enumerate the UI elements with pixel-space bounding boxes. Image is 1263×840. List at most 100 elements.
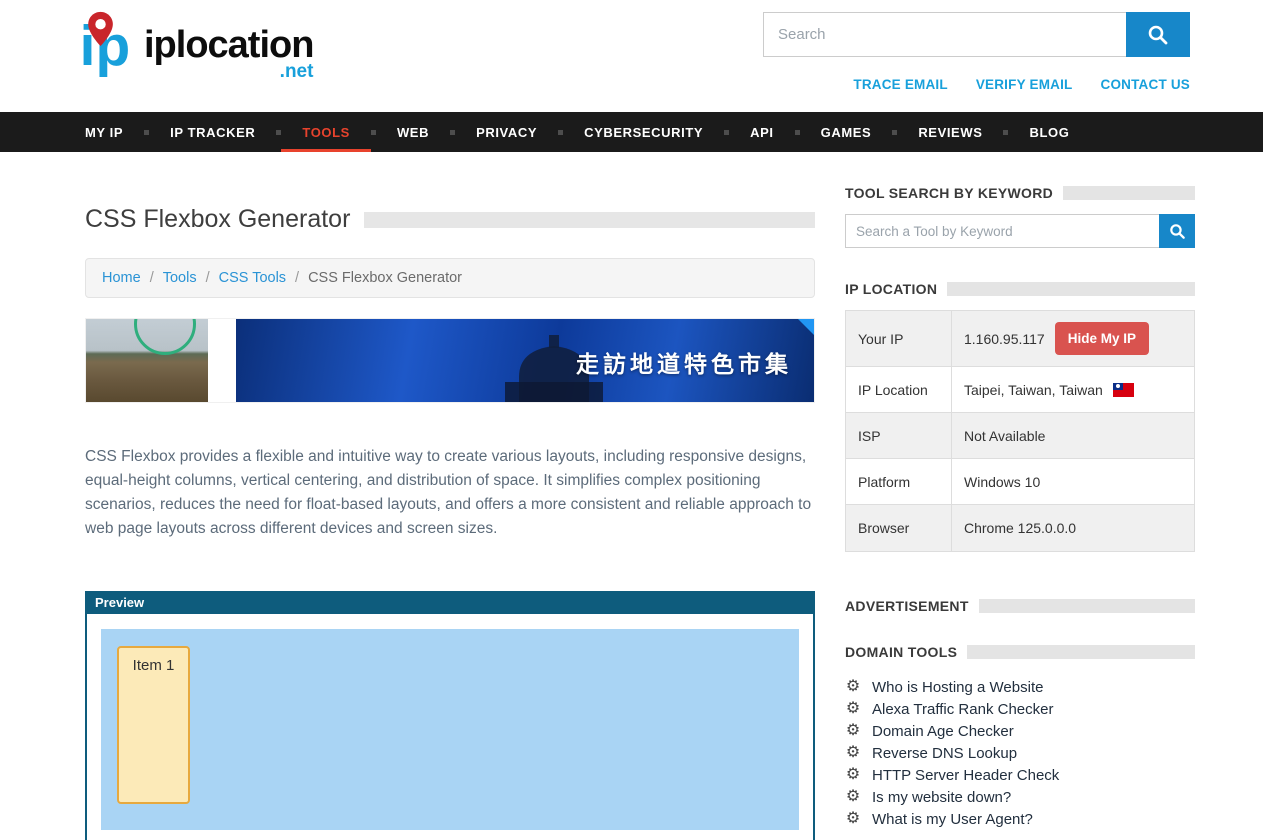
ip-row-value: 1.160.95.117 Hide My IP [952,311,1194,366]
ip-row-label: ISP [846,413,952,458]
logo-pin-icon: ip [78,10,142,82]
contact-us-link[interactable]: CONTACT US [1101,77,1191,92]
preview-body: Item 1 [85,614,815,840]
tool-description: CSS Flexbox provides a flexible and intu… [85,445,815,541]
trace-email-link[interactable]: TRACE EMAIL [853,77,947,92]
gear-icon: ⚙ [845,811,861,827]
title-row: CSS Flexbox Generator [85,205,815,234]
ip-row-value: Not Available [952,413,1194,458]
table-row: ISP Not Available [846,413,1194,459]
logo-text: iplocation [144,24,313,66]
hide-my-ip-button[interactable]: Hide My IP [1055,322,1149,355]
tool-search-input[interactable] [845,214,1159,248]
nav-item-ip-tracker[interactable]: IP TRACKER [149,112,276,152]
your-ip-value: 1.160.95.117 [964,331,1045,347]
nav-item-my-ip[interactable]: MY IP [85,112,144,152]
domain-tool-label: Domain Age Checker [872,723,1014,740]
nav-item-cybersecurity[interactable]: CYBERSECURITY [563,112,724,152]
ip-row-label: Your IP [846,311,952,366]
nav-item-tools[interactable]: TOOLS [281,112,371,152]
domain-tool-label: HTTP Server Header Check [872,767,1059,784]
sidebar: TOOL SEARCH BY KEYWORD IP LOCATION Your … [845,185,1195,840]
ip-row-value: Taipei, Taiwan, Taiwan [952,367,1194,412]
ip-row-label: IP Location [846,367,952,412]
content-area: CSS Flexbox Generator Home / Tools / CSS… [0,185,1263,840]
gear-icon: ⚙ [845,723,861,739]
nav-item-blog[interactable]: BLOG [1008,112,1090,152]
breadcrumb-separator: / [150,270,154,286]
ad-choices-icon[interactable] [798,319,814,335]
domain-tool-label: Is my website down? [872,789,1011,806]
domain-tool-link-http-header[interactable]: ⚙ HTTP Server Header Check [845,764,1195,786]
title-decoration-bar [364,212,815,228]
domain-tool-link-hosting[interactable]: ⚙ Who is Hosting a Website [845,676,1195,698]
header-links: TRACE EMAIL VERIFY EMAIL CONTACT US [853,77,1190,92]
browser-value: Chrome 125.0.0.0 [964,520,1076,536]
tool-search-heading: TOOL SEARCH BY KEYWORD [845,185,1195,201]
nav-item-games[interactable]: GAMES [800,112,893,152]
domain-tool-link-reverse-dns[interactable]: ⚙ Reverse DNS Lookup [845,742,1195,764]
site-search [763,12,1190,57]
logo-wordmark: iplocation .net [144,26,313,83]
ip-info-table: Your IP 1.160.95.117 Hide My IP IP Locat… [845,310,1195,552]
ip-location-value: Taipei, Taiwan, Taiwan [964,382,1103,398]
heading-decoration-bar [1063,186,1195,200]
ip-row-label: Browser [846,505,952,551]
main-nav: MY IP IP TRACKER TOOLS WEB PRIVACY CYBER… [0,112,1263,152]
search-icon [1169,223,1186,240]
ip-row-label: Platform [846,459,952,504]
main-column: CSS Flexbox Generator Home / Tools / CSS… [85,185,815,840]
platform-value: Windows 10 [964,474,1040,490]
heading-decoration-bar [947,282,1195,296]
nav-item-web[interactable]: WEB [376,112,450,152]
flexbox-preview-item: Item 1 [117,646,190,804]
ad-image: 走訪地道特色市集 [236,319,814,402]
site-logo[interactable]: ip iplocation .net [78,10,313,112]
tool-search-button[interactable] [1159,214,1195,248]
domain-tools-heading-text: DOMAIN TOOLS [845,644,957,660]
gear-icon: ⚙ [845,745,861,761]
preview-panel: Preview Item 1 [85,591,815,840]
domain-tool-label: Who is Hosting a Website [872,679,1043,696]
breadcrumb-css-tools[interactable]: CSS Tools [219,270,286,286]
nav-item-reviews[interactable]: REVIEWS [897,112,1003,152]
verify-email-link[interactable]: VERIFY EMAIL [976,77,1073,92]
advertisement-heading: ADVERTISEMENT [845,598,1195,614]
page-title: CSS Flexbox Generator [85,205,350,234]
ip-location-heading: IP LOCATION [845,281,1195,297]
breadcrumb-current: CSS Flexbox Generator [308,270,462,286]
site-search-input[interactable] [763,12,1126,57]
domain-tools-list: ⚙ Who is Hosting a Website ⚙ Alexa Traff… [845,676,1195,830]
tool-search [845,214,1195,248]
ip-row-value: Chrome 125.0.0.0 [952,505,1194,551]
domain-tool-label: Alexa Traffic Rank Checker [872,701,1053,718]
site-header: ip iplocation .net TRACE EMAIL VERIFY EM… [0,0,1263,112]
breadcrumb-tools[interactable]: Tools [163,270,197,286]
isp-value: Not Available [964,428,1045,444]
nav-item-privacy[interactable]: PRIVACY [455,112,558,152]
header-right: TRACE EMAIL VERIFY EMAIL CONTACT US [763,12,1190,112]
table-row: Browser Chrome 125.0.0.0 [846,505,1194,551]
domain-tool-label: Reverse DNS Lookup [872,745,1017,762]
breadcrumb-separator: / [206,270,210,286]
advertisement-heading-text: ADVERTISEMENT [845,598,969,614]
search-icon [1147,24,1169,46]
table-row: Platform Windows 10 [846,459,1194,505]
ad-banner[interactable]: 走訪地道特色市集 [85,318,815,403]
domain-tool-link-user-agent[interactable]: ⚙ What is my User Agent? [845,808,1195,830]
tool-search-heading-text: TOOL SEARCH BY KEYWORD [845,185,1053,201]
ad-text: 走訪地道特色市集 [576,345,792,379]
flexbox-preview-container: Item 1 [101,629,799,830]
domain-tool-link-alexa-rank[interactable]: ⚙ Alexa Traffic Rank Checker [845,698,1195,720]
breadcrumb-home[interactable]: Home [102,270,141,286]
taiwan-flag-icon [1113,383,1134,397]
site-search-button[interactable] [1126,12,1190,57]
table-row: Your IP 1.160.95.117 Hide My IP [846,311,1194,367]
table-row: IP Location Taipei, Taiwan, Taiwan [846,367,1194,413]
domain-tool-link-website-down[interactable]: ⚙ Is my website down? [845,786,1195,808]
nav-item-api[interactable]: API [729,112,794,152]
gear-icon: ⚙ [845,767,861,783]
domain-tool-link-domain-age[interactable]: ⚙ Domain Age Checker [845,720,1195,742]
breadcrumb-separator: / [295,270,299,286]
heading-decoration-bar [967,645,1195,659]
